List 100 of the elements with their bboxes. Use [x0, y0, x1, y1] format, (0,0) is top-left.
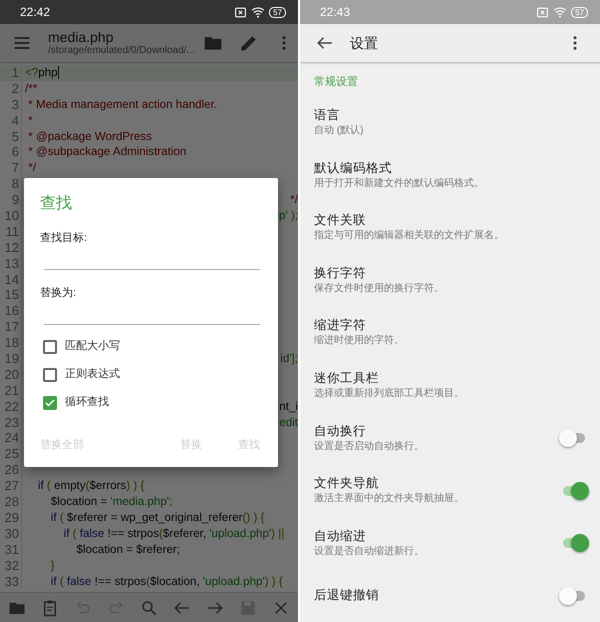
setting-description: 激活主界面中的文件夹导航抽屉。 — [314, 492, 464, 506]
code-line: */ — [289, 192, 298, 208]
line-number: 14 — [0, 272, 22, 288]
line-number: 16 — [0, 303, 22, 320]
line-number: 32 — [0, 558, 22, 574]
checkbox[interactable] — [43, 340, 57, 354]
file-path: /storage/emulated/0/Download/... — [48, 45, 195, 57]
setting-description: 指定与可用的编辑器相关联的文件扩展名。 — [314, 229, 504, 244]
setting-description: 用于打开和新建文件的默认编码格式。 — [314, 176, 484, 191]
status-time: 22:42 — [20, 4, 50, 21]
setting-title: 语言 — [314, 107, 341, 124]
setting-title: 文件夹导航 — [314, 475, 380, 492]
setting-title: 自动换行 — [314, 422, 367, 440]
code-line: * — [27, 112, 33, 129]
line-number: 25 — [0, 446, 22, 462]
setting-title: 默认编码格式 — [314, 160, 393, 177]
settings-item[interactable]: 缩进字符 缩进时使用的字符。 — [300, 306, 600, 360]
screen-title: 设置 — [350, 35, 378, 51]
option-label: 正则表达式 — [65, 367, 120, 382]
line-number: 5 — [0, 128, 22, 144]
field-label: 替换为: — [40, 286, 78, 300]
search-icon[interactable] — [140, 598, 158, 616]
code-line: id']; — [279, 351, 298, 367]
code-line: edit — [278, 414, 298, 430]
setting-description: 缩进时使用的字符。 — [314, 334, 404, 348]
line-number: 30 — [0, 526, 22, 542]
file-name: media.php — [48, 29, 114, 45]
line-number: 7 — [0, 160, 22, 176]
line-number: 24 — [0, 430, 22, 446]
code-line: if ( empty($errors) ) { — [36, 478, 144, 494]
setting-title: 换行字符 — [314, 264, 367, 282]
status-time: 22:43 — [320, 4, 350, 21]
line-number: 20 — [0, 366, 22, 383]
line-number: 6 — [0, 144, 22, 160]
line-number: 3 — [0, 96, 22, 113]
settings-item[interactable]: 后退键撤销 — [300, 569, 600, 622]
line-number: 9 — [0, 192, 22, 208]
line-number: 1 — [0, 65, 22, 81]
setting-description: 选择或重新排列底部工具栏项目。 — [314, 387, 464, 401]
setting-title: 文件关联 — [314, 212, 367, 230]
line-number: 18 — [0, 335, 22, 352]
code-line: */ — [27, 160, 36, 176]
sim-icon — [536, 6, 550, 18]
setting-title: 后退键撤销 — [314, 587, 379, 604]
line-number: 13 — [0, 256, 22, 272]
settings-item[interactable]: 自动缩进 设置是否自动缩进新行。 — [300, 516, 600, 570]
line-number: 12 — [0, 240, 22, 256]
checkbox[interactable] — [43, 368, 57, 382]
line-number: 10 — [0, 208, 22, 224]
settings-item[interactable]: 语言 自动 (默认) — [300, 96, 600, 150]
wifi-icon — [553, 5, 568, 19]
line-number: 4 — [0, 112, 22, 129]
line-number: 31 — [0, 542, 22, 558]
settings-item[interactable]: 默认编码格式 用于打开和新建文件的默认编码格式。 — [300, 149, 600, 202]
code-line: /** — [24, 80, 38, 97]
line-number: 27 — [0, 478, 22, 494]
code-line: nt_i — [278, 398, 298, 415]
setting-title: 缩进字符 — [314, 317, 367, 334]
line-number: 29 — [0, 510, 22, 526]
battery-level: 57 — [571, 6, 588, 18]
line-number: 22 — [0, 398, 22, 415]
toggle-switch[interactable] — [560, 428, 586, 448]
line-number: 19 — [0, 351, 22, 367]
line-number: 11 — [0, 224, 22, 240]
line-number: 21 — [0, 382, 22, 399]
battery-level: 57 — [269, 6, 286, 18]
line-number: 8 — [0, 176, 22, 192]
sim-icon — [234, 6, 248, 18]
settings-item[interactable]: 自动换行 设置是否启动自动换行。 — [300, 412, 600, 464]
option-label: 循环查找 — [65, 395, 109, 410]
setting-description: 设置是否启动自动换行。 — [314, 440, 424, 454]
field-label: 查找目标: — [40, 231, 88, 246]
code-line: * Media management action handler. — [27, 96, 218, 113]
setting-description: 自动 (默认) — [314, 124, 364, 138]
setting-title: 迷你工具栏 — [314, 370, 380, 387]
section-header: 常规设置 — [313, 75, 359, 90]
line-number: 33 — [0, 574, 22, 590]
settings-item[interactable]: 文件关联 指定与可用的编辑器相关联的文件扩展名。 — [300, 202, 600, 254]
toggle-switch[interactable] — [560, 586, 586, 606]
code-line: if ( $referer = wp_get_original_referer() ) { — [50, 510, 264, 526]
line-number: 15 — [0, 287, 22, 304]
setting-title: 自动缩进 — [314, 528, 367, 545]
line-number: 28 — [0, 494, 22, 510]
line-number: 26 — [0, 462, 22, 478]
code-line: if ( false !== strpos($location, 'upload.php') ) { — [50, 574, 283, 590]
settings-item[interactable]: 迷你工具栏 选择或重新排列底部工具栏项目。 — [300, 359, 600, 412]
code-line: * @subpackage Administration — [27, 144, 186, 160]
checkbox[interactable] — [43, 396, 57, 410]
code-line: } — [50, 558, 55, 574]
settings-item[interactable]: 换行字符 保存文件时使用的换行字符。 — [300, 254, 600, 307]
setting-description: 保存文件时使用的换行字符。 — [314, 282, 444, 296]
dialog-title: 查找 — [40, 194, 73, 214]
line-number: 23 — [0, 414, 22, 430]
line-number: 17 — [0, 319, 22, 336]
settings-item[interactable]: 文件夹导航 激活主界面中的文件夹导航抽屉。 — [300, 464, 600, 517]
code-line: p' ); — [278, 208, 298, 224]
code-line: $location = $referer; — [76, 542, 180, 558]
wifi-icon — [251, 5, 266, 19]
code-line: if ( false !== strpos($referer, 'upload.php') || — [62, 526, 284, 542]
setting-description: 设置是否自动缩进新行。 — [314, 544, 424, 559]
